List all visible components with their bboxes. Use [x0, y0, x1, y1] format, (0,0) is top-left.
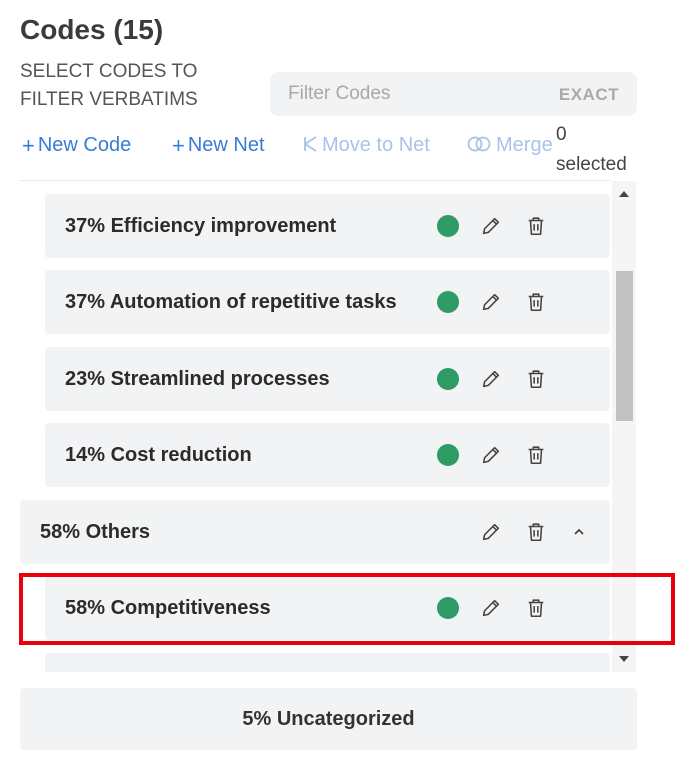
scroll-up-arrow-icon[interactable] — [612, 183, 636, 205]
scrollbar[interactable] — [612, 181, 636, 672]
trash-icon[interactable] — [524, 366, 548, 392]
status-dot — [437, 291, 459, 313]
status-dot — [437, 368, 459, 390]
move-to-net-button[interactable]: Move to Net — [303, 134, 430, 157]
status-dot — [437, 597, 459, 619]
pencil-icon[interactable] — [479, 366, 503, 392]
scrollbar-thumb[interactable] — [616, 271, 633, 421]
trash-icon[interactable] — [524, 289, 548, 315]
new-code-label: New Code — [37, 134, 132, 156]
merge-icon — [467, 135, 493, 156]
exact-toggle[interactable]: EXACT — [559, 85, 619, 105]
new-code-button[interactable]: + New Code — [22, 134, 131, 157]
new-net-button[interactable]: + New Net — [172, 134, 265, 157]
status-dot — [437, 444, 459, 466]
filter-codes-input[interactable] — [270, 72, 530, 116]
code-label: 58% Competitiveness — [65, 597, 271, 619]
page-title: Codes (15) — [20, 14, 164, 45]
merge-label: Merge — [496, 134, 553, 156]
scroll-down-arrow-icon[interactable] — [612, 648, 636, 670]
net-label: 58% Others — [40, 521, 151, 543]
code-row[interactable]: 37% Automation of repetitive tasks — [45, 270, 610, 334]
code-row-highlighted[interactable]: 58% Competitiveness — [45, 576, 610, 640]
trash-icon[interactable] — [524, 213, 548, 239]
code-label: 37% Automation of repetitive tasks — [65, 291, 397, 313]
code-row[interactable]: 37% Efficiency improvement — [45, 194, 610, 258]
pencil-icon[interactable] — [479, 442, 503, 468]
code-label: 14% Cost reduction — [65, 444, 252, 466]
code-row[interactable]: 23% Streamlined processes — [45, 347, 610, 411]
codes-list: 37% Efficiency improvement 37% Automatio… — [20, 181, 636, 672]
uncategorized-row[interactable]: 5% Uncategorized — [20, 688, 637, 750]
pencil-icon[interactable] — [479, 213, 503, 239]
trash-icon[interactable] — [524, 519, 548, 545]
code-label: 37% Efficiency improvement — [65, 215, 337, 237]
toolbar: + New Code + New Net Move to Net Merge — [0, 134, 676, 164]
page-subtitle: SELECT CODES TO FILTER VERBATIMS — [20, 61, 198, 110]
code-row[interactable]: 14% Cost reduction — [45, 423, 610, 487]
plus-icon: + — [172, 132, 185, 158]
net-row-others[interactable]: 58% Others — [20, 500, 610, 564]
pencil-icon[interactable] — [479, 519, 503, 545]
plus-icon: + — [22, 132, 35, 158]
pencil-icon[interactable] — [479, 289, 503, 315]
new-net-label: New Net — [187, 134, 265, 156]
status-dot — [437, 215, 459, 237]
move-icon — [303, 135, 319, 156]
trash-icon[interactable] — [524, 595, 548, 621]
code-row-partial[interactable] — [45, 653, 610, 672]
pencil-icon[interactable] — [479, 595, 503, 621]
trash-icon[interactable] — [524, 442, 548, 468]
chevron-up-icon[interactable] — [569, 519, 589, 545]
merge-button[interactable]: Merge — [467, 134, 553, 157]
filter-box: EXACT — [270, 72, 637, 116]
code-label: 23% Streamlined processes — [65, 368, 330, 390]
move-to-net-label: Move to Net — [322, 134, 430, 156]
